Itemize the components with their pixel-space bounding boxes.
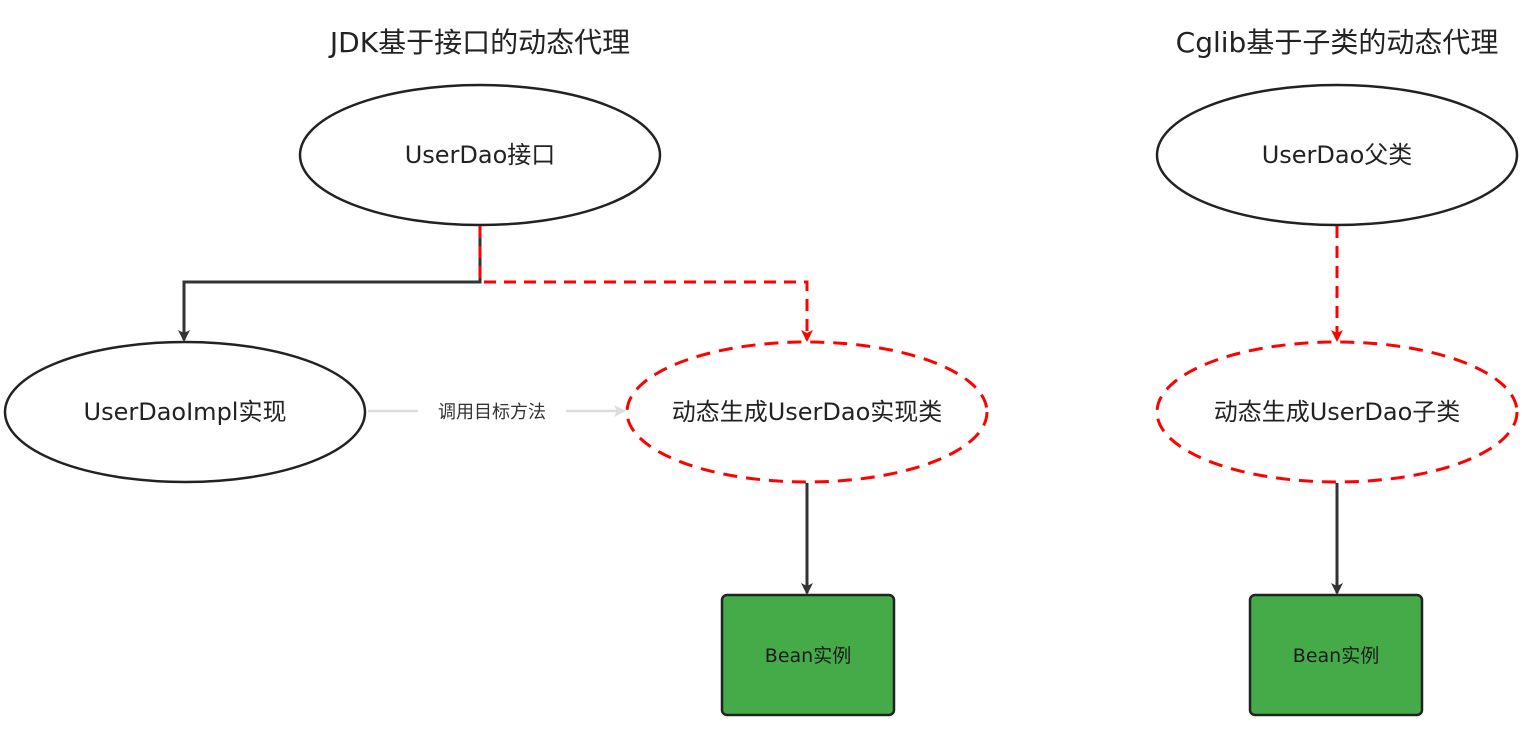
jdk-bean-instance-label: Bean实例 — [765, 645, 851, 667]
userdao-interface-label: UserDao接口 — [405, 141, 556, 169]
call-target-method-label: 调用目标方法 — [438, 402, 546, 423]
cglib-proxy-subclass-label: 动态生成UserDao子类 — [1214, 398, 1461, 426]
userdao-impl-label: UserDaoImpl实现 — [84, 398, 287, 426]
proxy-diagram: JDK基于接口的动态代理 UserDao接口 UserDaoImpl实现 动态生… — [3, 26, 1519, 717]
jdk-proxy-class-label: 动态生成UserDao实现类 — [672, 398, 943, 426]
interface-to-proxy-arrow — [478, 226, 813, 342]
cglib-bean-instance-label: Bean实例 — [1293, 645, 1379, 667]
jdk-title: JDK基于接口的动态代理 — [328, 26, 630, 59]
userdao-parent-class-label: UserDao父类 — [1262, 141, 1413, 169]
cglib-title: Cglib基于子类的动态代理 — [1176, 26, 1499, 59]
interface-to-impl-arrow — [178, 226, 482, 342]
